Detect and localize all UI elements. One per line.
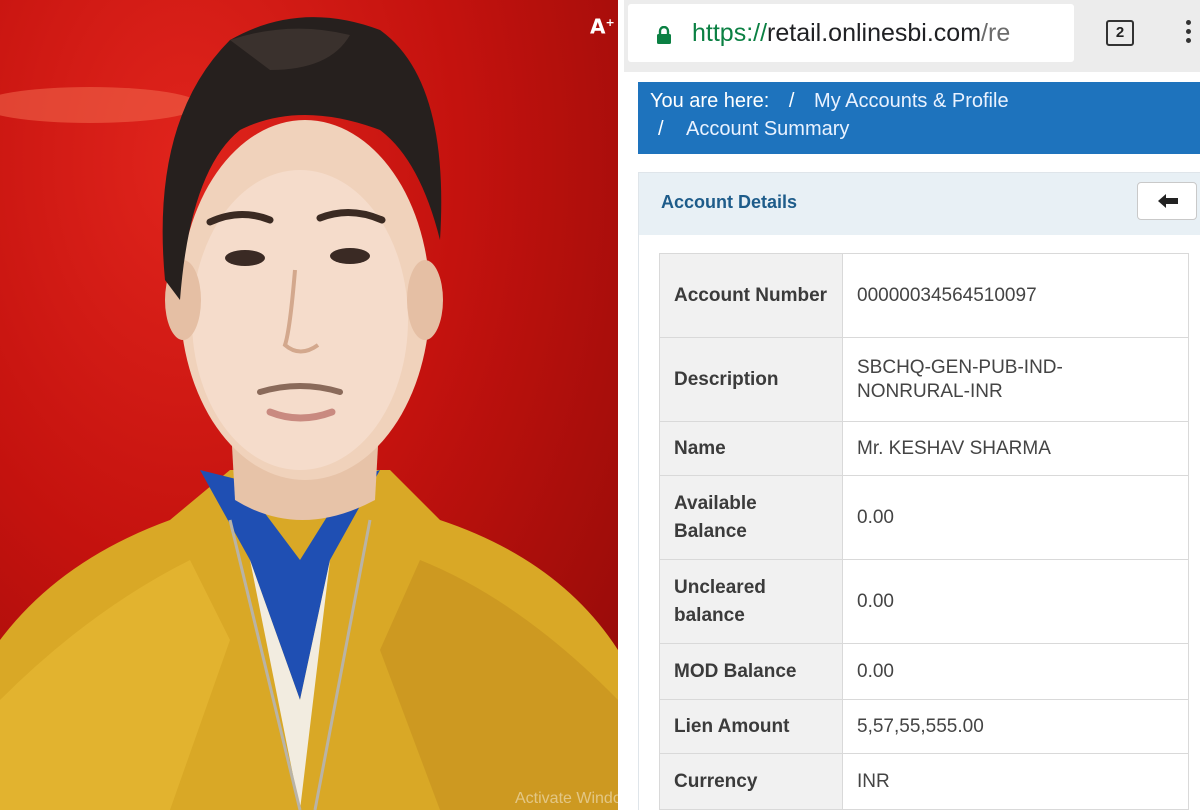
table-row: MOD Balance 0.00 xyxy=(659,643,1189,700)
breadcrumb-account-summary: Account Summary xyxy=(686,118,850,140)
row-label: MOD Balance xyxy=(659,643,843,700)
tab-switcher-button[interactable]: 2 xyxy=(1106,20,1134,46)
back-button[interactable] xyxy=(1137,182,1197,220)
breadcrumb: You are here: / My Accounts & Profile / … xyxy=(638,82,1200,154)
row-value: 0.00 xyxy=(842,559,1189,644)
breadcrumb-line-1: You are here: / My Accounts & Profile xyxy=(650,90,1009,113)
row-value: 00000034564510097 xyxy=(842,253,1189,338)
portrait-illustration xyxy=(0,17,618,810)
account-details-table: Account Number 00000034564510097 Descrip… xyxy=(659,253,1189,810)
a-plus-logo-icon: A+ xyxy=(590,14,615,39)
table-row: Currency INR xyxy=(659,753,1189,810)
row-label: Uncleared balance xyxy=(659,559,843,644)
table-row: Lien Amount 5,57,55,555.00 xyxy=(659,699,1189,754)
overflow-menu-icon[interactable] xyxy=(1186,20,1192,46)
row-label: Name xyxy=(659,421,843,476)
table-row: Uncleared balance 0.00 xyxy=(659,559,1189,644)
lock-icon xyxy=(657,26,671,44)
row-label: Lien Amount xyxy=(659,699,843,754)
breadcrumb-my-accounts-link[interactable]: My Accounts & Profile xyxy=(814,90,1009,112)
row-value: 0.00 xyxy=(842,643,1189,700)
panel-header: Account Details xyxy=(639,173,1200,235)
panel-title: Account Details xyxy=(661,192,798,212)
row-value: Mr. KESHAV SHARMA xyxy=(842,421,1189,476)
mobile-browser: https://retail.onlinesbi.com/re 2 You ar… xyxy=(624,0,1200,810)
url-host: retail.onlinesbi.com xyxy=(767,19,982,47)
row-value: 0.00 xyxy=(842,475,1189,560)
address-bar[interactable]: https://retail.onlinesbi.com/re xyxy=(628,4,1074,62)
breadcrumb-line-2: / Account Summary xyxy=(658,118,849,141)
table-row: Account Number 00000034564510097 xyxy=(659,253,1189,338)
table-row: Name Mr. KESHAV SHARMA xyxy=(659,421,1189,476)
row-label: Account Number xyxy=(659,253,843,338)
url-text[interactable]: https://retail.onlinesbi.com/re xyxy=(692,19,1064,48)
url-scheme: https:// xyxy=(692,19,768,47)
row-label: Description xyxy=(659,337,843,422)
row-value: SBCHQ-GEN-PUB-IND-NONRURAL-INR xyxy=(842,337,1189,422)
breadcrumb-separator: / xyxy=(658,118,664,140)
row-label: Available Balance xyxy=(659,475,843,560)
breadcrumb-prefix: You are here: xyxy=(650,90,770,112)
arrow-left-icon xyxy=(1158,194,1178,208)
breadcrumb-separator: / xyxy=(788,90,795,112)
activate-windows-watermark: Activate Windo xyxy=(515,790,618,807)
account-details-panel: Account Details Account Number 000000345… xyxy=(638,172,1200,810)
table-row: Description SBCHQ-GEN-PUB-IND-NONRURAL-I… xyxy=(659,337,1189,422)
row-label: Currency xyxy=(659,753,843,810)
table-row: Available Balance 0.00 xyxy=(659,475,1189,560)
row-value: 5,57,55,555.00 xyxy=(842,699,1189,754)
row-value: INR xyxy=(842,753,1189,810)
portrait-photo: A+ Activate Windo xyxy=(0,0,618,810)
browser-toolbar: https://retail.onlinesbi.com/re 2 xyxy=(624,0,1200,72)
url-path: /re xyxy=(981,19,1011,47)
